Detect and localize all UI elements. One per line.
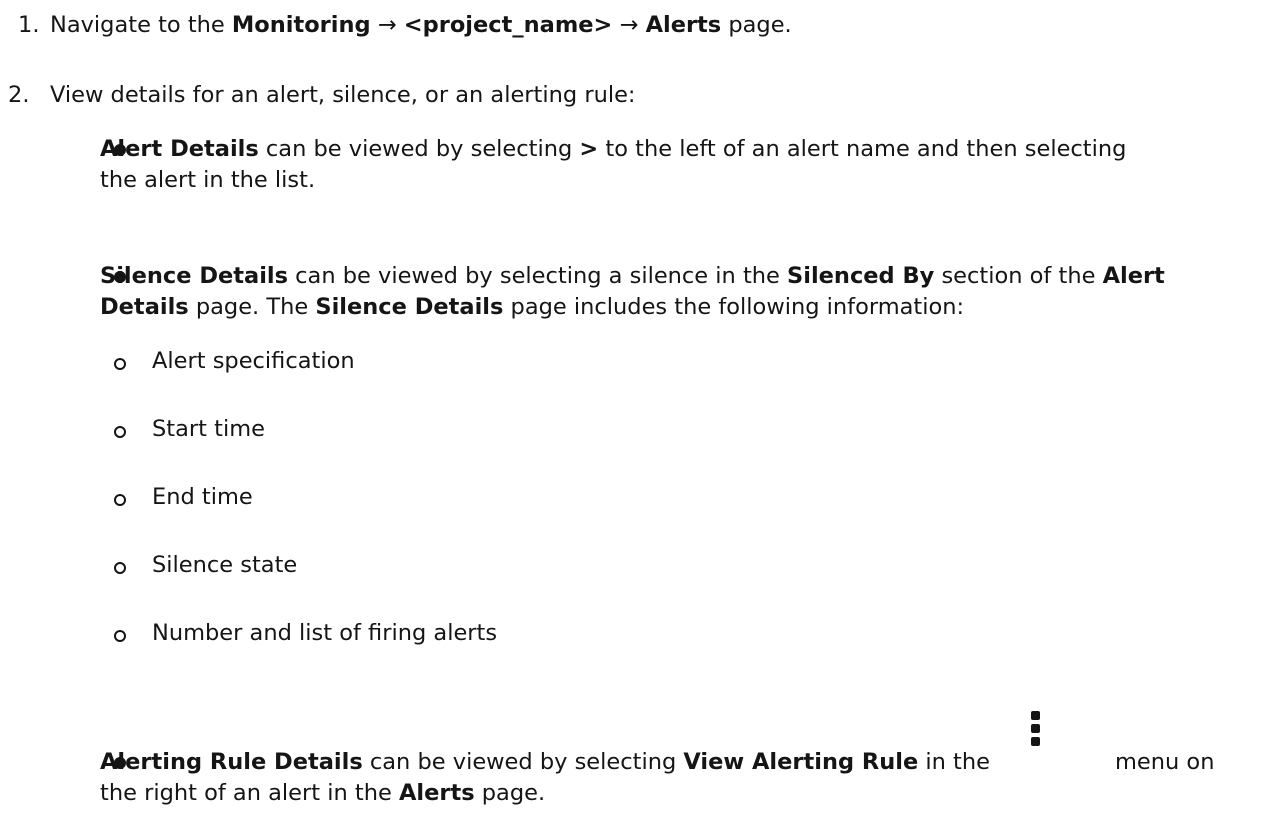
bullet-text: page includes the following information: [503, 294, 965, 320]
bullet-text: in the [918, 749, 990, 775]
bullet-text: can be viewed by selecting [258, 136, 580, 162]
chevron-right-icon: > [579, 136, 599, 162]
silence-details-label: Silence Details [100, 263, 289, 289]
list-item: Number and list of firing alerts [152, 620, 498, 646]
step-2-text: View details for an alert, silence, or a… [50, 82, 636, 108]
silence-details-label: Silence Details [315, 294, 504, 320]
alert-details-bullet: Alert Details can be viewed by selecting… [100, 134, 1126, 196]
list-item: Start time [152, 416, 265, 442]
bullet-text: section of the [934, 263, 1103, 289]
alert-details-label: Alert Details [100, 136, 259, 162]
document-body: 1. Navigate to the Monitoring → <project… [0, 0, 1268, 819]
bullet-text: to the left of an alert name and then se… [598, 136, 1127, 162]
alerts-label: Alerts [645, 12, 722, 38]
alerting-rule-details-bullet: Alerting Rule Details can be viewed by s… [100, 747, 990, 809]
bullet-text: the right of an alert in the [100, 780, 399, 806]
arrow-separator: → [370, 12, 404, 38]
step-1-text: Navigate to the Monitoring → <project_na… [50, 10, 792, 41]
step-number: 1. [18, 12, 40, 38]
kebab-vertical-icon [1031, 711, 1043, 750]
view-alerting-rule-label: View Alerting Rule [683, 749, 919, 775]
circle-bullet [114, 562, 126, 574]
monitoring-label: Monitoring [231, 12, 371, 38]
arrow-separator: → [612, 12, 646, 38]
step-1-text-part: Navigate to the [50, 12, 232, 38]
bullet-text: can be viewed by selecting [362, 749, 684, 775]
list-item: Alert specification [152, 348, 355, 374]
circle-bullet [114, 494, 126, 506]
bullet-text-line-2: the alert in the list. [100, 167, 316, 193]
bullet-text: page. The [188, 294, 316, 320]
menu-on-text: menu on [1115, 749, 1215, 775]
silence-details-bullet: Silence Details can be viewed by selecti… [100, 261, 1165, 323]
alert-details-label: Details [100, 294, 189, 320]
list-item: End time [152, 484, 253, 510]
circle-bullet [114, 358, 126, 370]
alerts-label: Alerts [398, 780, 475, 806]
project-name-label: <project_name> [403, 12, 613, 38]
bullet-text: page. [474, 780, 546, 806]
circle-bullet [114, 426, 126, 438]
step-1-text-part: page. [721, 12, 792, 38]
bullet-text: can be viewed by selecting a silence in … [288, 263, 788, 289]
alerting-rule-details-label: Alerting Rule Details [100, 749, 363, 775]
silenced-by-label: Silenced By [787, 263, 935, 289]
circle-bullet [114, 630, 126, 642]
step-number: 2. [8, 82, 30, 108]
list-item: Silence state [152, 552, 298, 578]
alert-details-label: Alert [1102, 263, 1165, 289]
